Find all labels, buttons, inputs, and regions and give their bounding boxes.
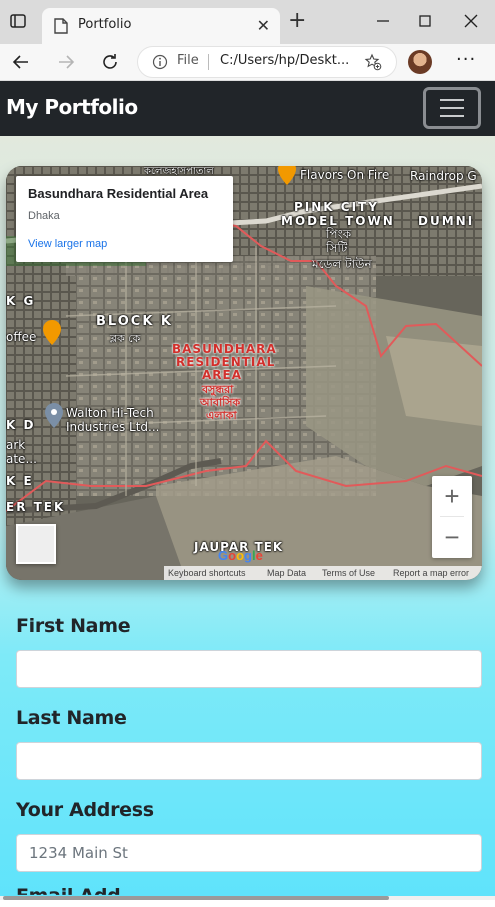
tab-title: Portfolio <box>78 17 132 32</box>
file-icon <box>54 18 68 34</box>
map-label: K D <box>6 418 36 432</box>
tab-actions-icon[interactable] <box>8 11 28 31</box>
add-favorite-icon[interactable] <box>364 53 382 71</box>
view-larger-map-link[interactable]: View larger map <box>28 238 107 250</box>
map-label: BLOCK K <box>96 314 173 329</box>
browser-tab-bar: Portfolio ✕ + <box>0 0 495 44</box>
map-label: PINK CITY <box>294 200 379 214</box>
first-name-input[interactable] <box>16 650 482 688</box>
minimize-icon[interactable] <box>373 11 393 31</box>
new-tab-icon[interactable]: + <box>288 10 306 32</box>
hamburger-icon <box>440 99 464 101</box>
map-label-walton[interactable]: Walton Hi-Tech <box>66 406 154 420</box>
google-map-embed[interactable]: কলেজহাসপাতাল Flavors On Fire Raindrop G … <box>6 166 482 580</box>
map-label: মডেল টাউন <box>312 257 372 271</box>
address-url[interactable]: C:/Users/hp/Deskt... <box>220 53 349 68</box>
page-content: কলেজহাসপাতাল Flavors On Fire Raindrop G … <box>0 136 495 900</box>
more-options-icon[interactable]: ··· <box>456 49 476 70</box>
browser-toolbar: File C:/Users/hp/Deskt... ··· <box>0 44 495 81</box>
map-label: K E <box>6 474 34 488</box>
map-label: ark <box>6 438 26 452</box>
refresh-icon[interactable] <box>100 52 120 72</box>
address-input[interactable] <box>16 834 482 872</box>
map-data-link[interactable]: Map Data <box>267 568 306 578</box>
map-label: BASUNDHARA <box>172 342 277 356</box>
place-subtitle: Dhaka <box>28 210 60 222</box>
place-title: Basundhara Residential Area <box>28 186 209 201</box>
report-map-error-link[interactable]: Report a map error <box>393 568 469 578</box>
terms-of-use-link[interactable]: Terms of Use <box>322 568 375 578</box>
last-name-label: Last Name <box>16 707 127 729</box>
map-label: ER TEK <box>6 500 66 514</box>
address-bar[interactable]: File C:/Users/hp/Deskt... <box>137 46 397 78</box>
zoom-controls: + − <box>432 476 472 558</box>
tab-portfolio[interactable]: Portfolio ✕ <box>42 8 280 44</box>
map-label-raindrop[interactable]: Raindrop G <box>410 169 477 183</box>
map-info-card: Basundhara Residential Area Dhaka View l… <box>16 176 233 262</box>
close-window-icon[interactable] <box>461 11 481 31</box>
address-divider <box>208 54 209 70</box>
profile-avatar[interactable] <box>408 50 432 74</box>
zoom-out-button[interactable]: − <box>432 517 472 557</box>
map-label: DUMNI <box>418 214 475 228</box>
maximize-icon[interactable] <box>415 11 435 31</box>
address-scheme: File <box>177 53 199 68</box>
navbar-brand[interactable]: My Portfolio <box>6 95 138 119</box>
last-name-input[interactable] <box>16 742 482 780</box>
horizontal-scrollbar[interactable] <box>0 896 495 900</box>
info-icon[interactable] <box>152 54 168 70</box>
map-label-walton[interactable]: Industries Ltd... <box>66 420 160 434</box>
back-icon[interactable] <box>11 52 31 72</box>
first-name-label: First Name <box>16 615 131 637</box>
navbar-toggler-button[interactable] <box>423 87 481 129</box>
google-logo: Google <box>218 548 263 563</box>
keyboard-shortcuts-link[interactable]: Keyboard shortcuts <box>168 568 246 578</box>
zoom-in-button[interactable]: + <box>432 476 472 516</box>
map-type-toggle-button[interactable] <box>16 524 56 564</box>
map-label: K G <box>6 294 36 308</box>
site-navbar: My Portfolio <box>0 81 495 136</box>
map-label: ate... <box>6 452 37 466</box>
address-label: Your Address <box>16 799 154 821</box>
close-tab-icon[interactable]: ✕ <box>257 16 270 35</box>
map-label-coffee[interactable]: offee <box>6 330 36 344</box>
map-label: এলাকা <box>206 409 237 422</box>
forward-icon[interactable] <box>56 52 76 72</box>
map-attribution-bar: Keyboard shortcuts Map Data Terms of Use… <box>164 566 482 580</box>
map-label: ব্লক কে <box>110 332 141 345</box>
map-label: AREA <box>202 368 243 382</box>
map-label: RESIDENTIAL <box>176 355 276 369</box>
map-label-flavors[interactable]: Flavors On Fire <box>300 168 389 182</box>
